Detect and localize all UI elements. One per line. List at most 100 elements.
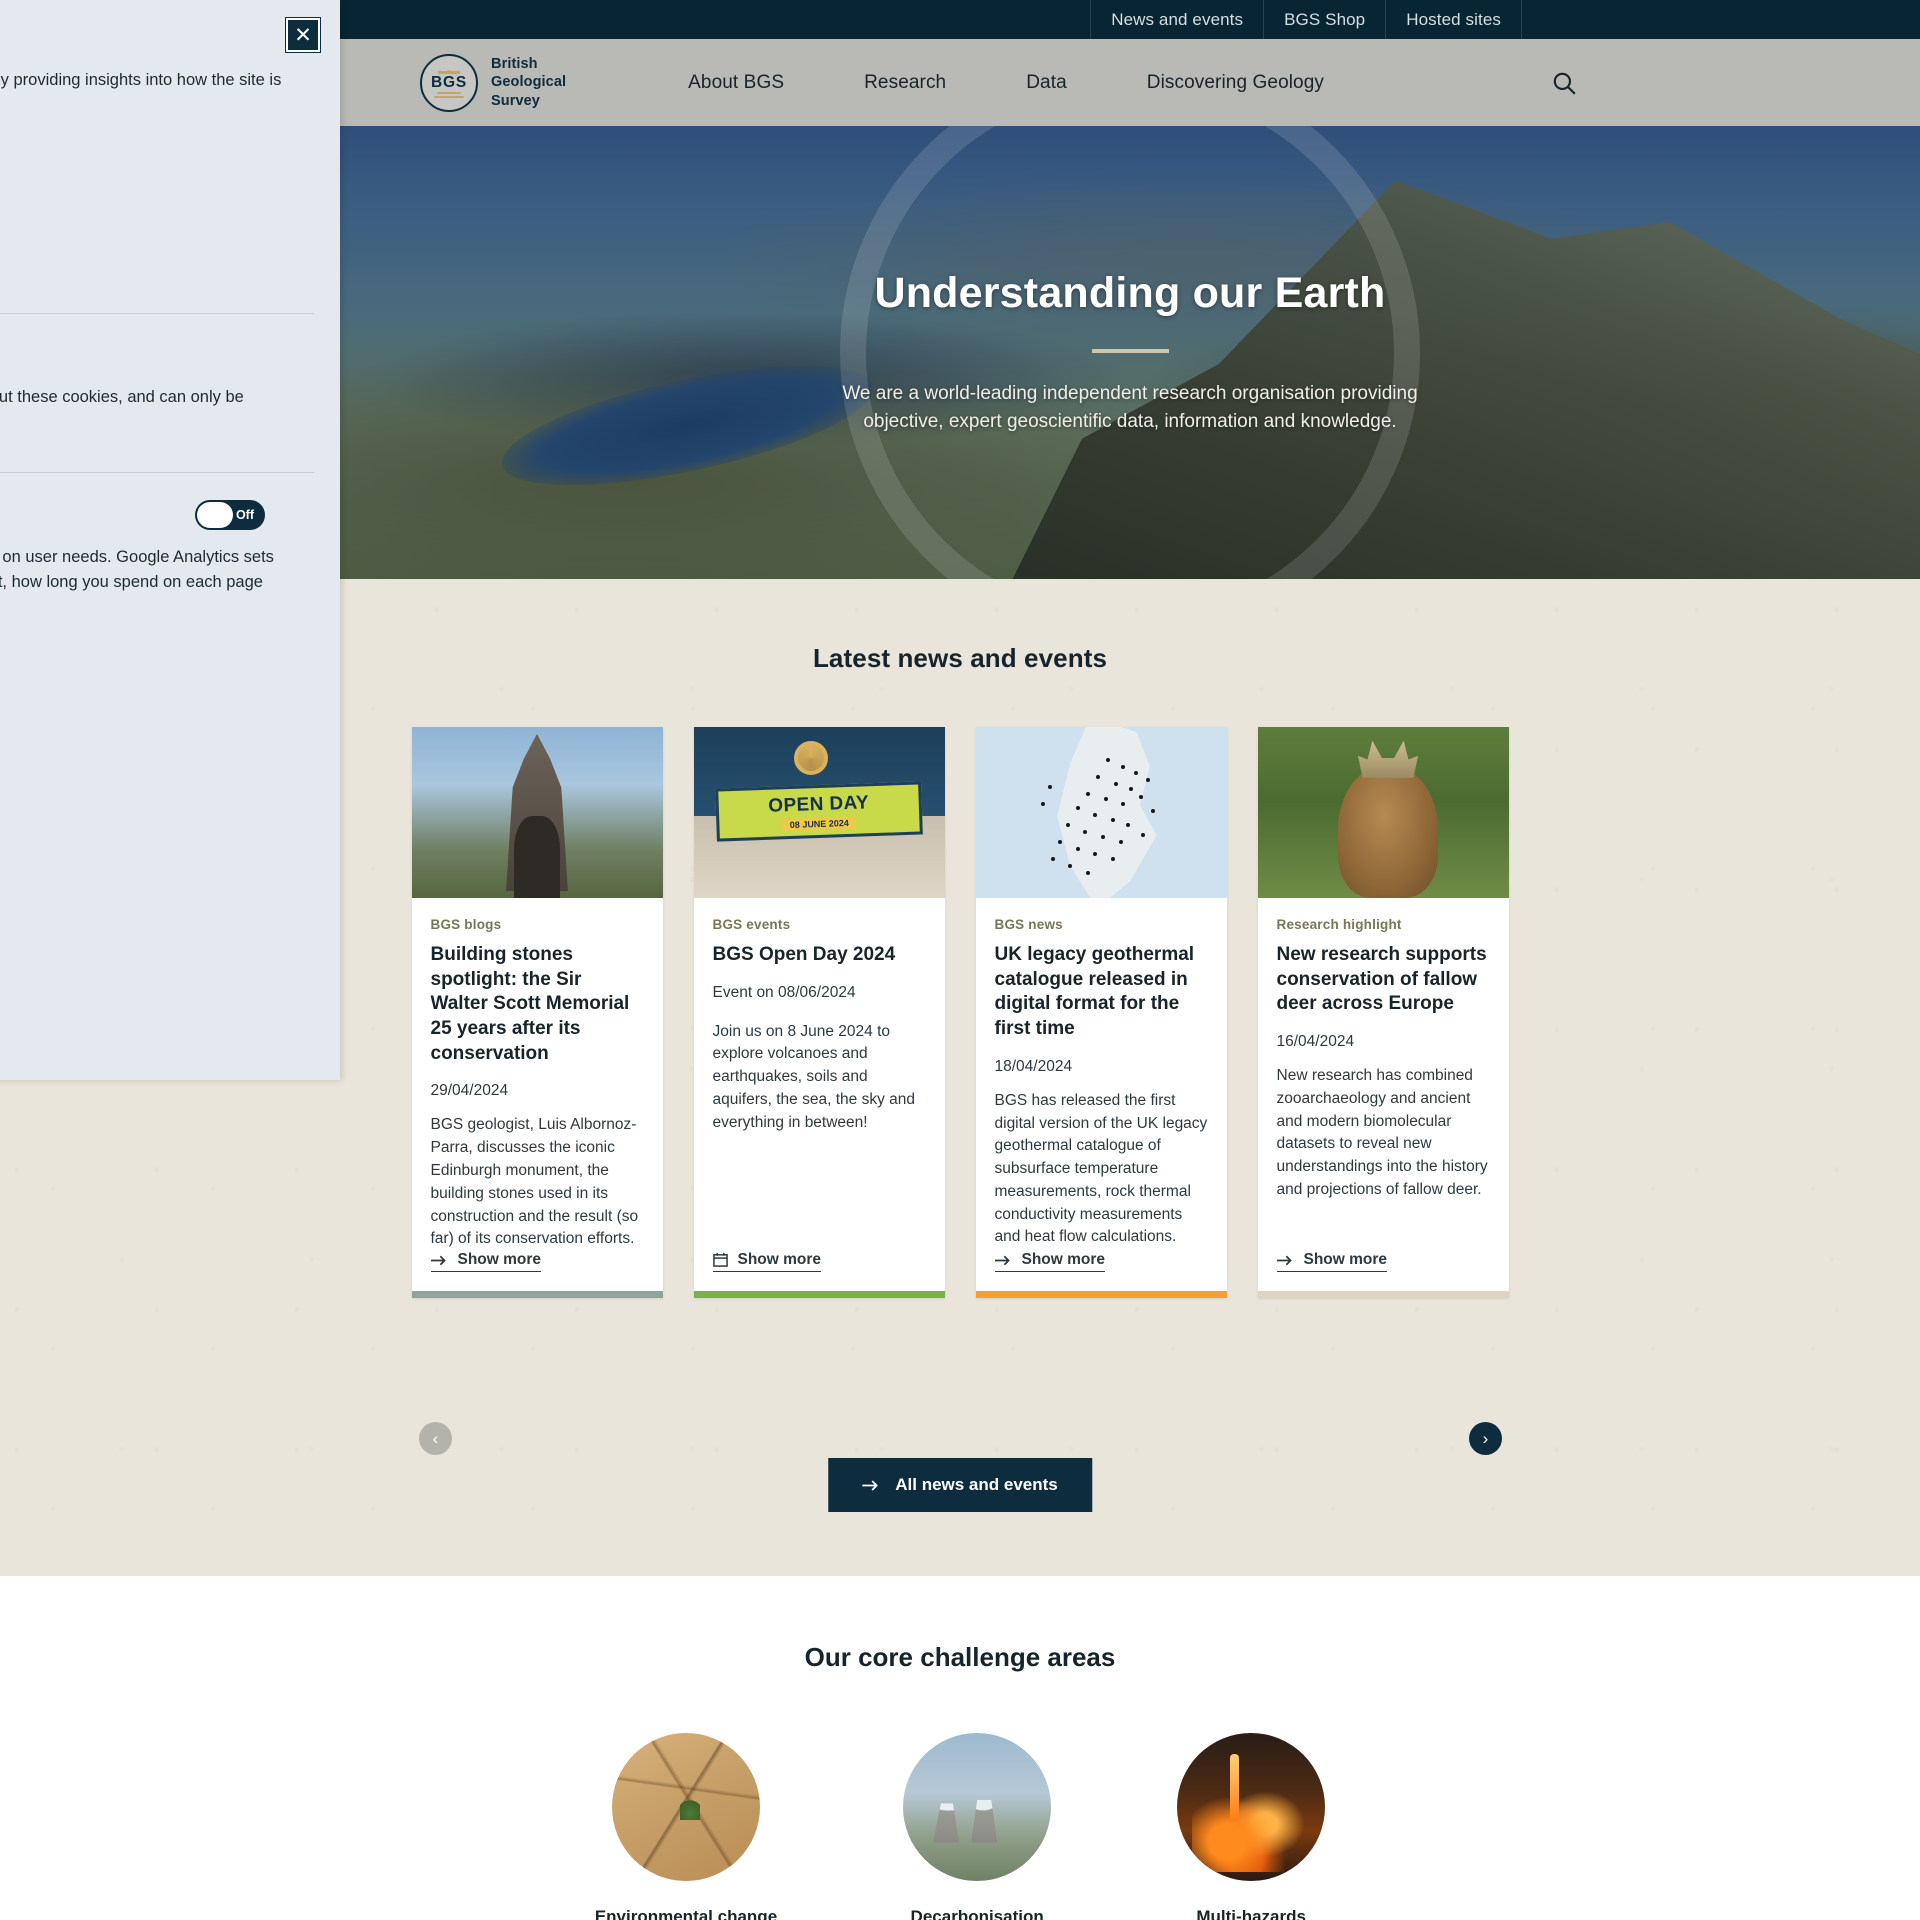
hero-subtitle: We are a world-leading independent resea… — [842, 382, 1418, 432]
card-heading: UK legacy geothermal catalogue released … — [994, 944, 1195, 1040]
carousel-next-button[interactable]: › — [1469, 1422, 1502, 1455]
ammonite-icon — [793, 740, 828, 775]
challenge-item-decarbonisation[interactable]: Decarbonisation — [903, 1733, 1052, 1920]
divider — [0, 472, 314, 473]
nav-item-research[interactable]: Research — [824, 72, 986, 94]
card-kicker: BGS events — [712, 917, 791, 932]
challenge-label: Environmental change — [595, 1907, 777, 1920]
bgs-logo-mark: BGS — [431, 73, 467, 91]
card-kicker: BGS news — [994, 917, 1063, 932]
news-card[interactable]: BGS news UK legacy geothermal catalogue … — [975, 727, 1227, 1299]
all-news-label: All news and events — [895, 1475, 1058, 1494]
hero-banner: Understanding our Earth We are a world-l… — [340, 126, 1920, 579]
arrow-right-icon — [430, 1255, 446, 1265]
bgs-logo-wordmark: British Geological Survey — [491, 55, 566, 111]
nav-item-discovering-geology[interactable]: Discovering Geology — [1107, 72, 1364, 94]
site-header: BGS British Geological Survey About BGS … — [340, 39, 1920, 126]
bgs-logo-badge-icon: BGS — [420, 53, 478, 112]
card-accent-bar — [1257, 1291, 1509, 1299]
search-icon[interactable] — [1544, 63, 1584, 103]
open-day-banner-label: OPEN DAY 08 JUNE 2024 — [715, 781, 923, 842]
bgs-logo[interactable]: BGS British Geological Survey — [420, 53, 566, 112]
card-description: New research has combined zooarchaeology… — [1276, 1067, 1488, 1198]
show-more-link[interactable]: Show more — [1276, 1251, 1388, 1273]
card-description: Join us on 8 June 2024 to explore volcan… — [712, 1022, 915, 1131]
all-news-and-events-button[interactable]: All news and events — [828, 1458, 1092, 1512]
toggle-knob — [197, 502, 233, 528]
topbar-link-news-and-events[interactable]: News and events — [1090, 0, 1263, 39]
card-body: BGS blogs Building stones spotlight: the… — [412, 898, 663, 1251]
challenge-item-environmental-change[interactable]: Environmental change — [595, 1733, 777, 1920]
open-day-date: 08 JUNE 2024 — [782, 816, 857, 831]
measure-website-use-toggle[interactable]: Off — [195, 500, 265, 530]
carousel-prev-button[interactable]: ‹ — [419, 1422, 452, 1455]
arrow-right-icon — [1276, 1255, 1292, 1265]
map-data-points — [976, 727, 1227, 898]
cracked-dry-earth — [611, 1733, 760, 1881]
crown-icon — [438, 64, 460, 74]
card-date: 18/04/2024 — [994, 1057, 1073, 1075]
card-accent-bar — [975, 1291, 1227, 1299]
card-heading: BGS Open Day 2024 — [712, 944, 896, 965]
section-title-core-challenge: Our core challenge areas — [804, 1642, 1116, 1672]
cookie-intro-paragraph: are essential, while others help us to c… — [0, 71, 282, 89]
challenge-items-list: Environmental change Decarbonisation Mul… — [0, 1733, 1920, 1920]
hero-content: Understanding our Earth We are a world-l… — [340, 126, 1920, 579]
logo-line-1: British — [491, 55, 538, 72]
challenge-item-multi-hazards[interactable]: Multi-hazards — [1177, 1733, 1326, 1920]
challenge-label: Decarbonisation — [911, 1907, 1044, 1920]
card-body: BGS news UK legacy geothermal catalogue … — [976, 898, 1227, 1251]
show-more-link[interactable]: Show more — [994, 1251, 1106, 1273]
card-heading: Building stones spotlight: the Sir Walte… — [430, 944, 630, 1064]
utility-topbar: News and events BGS Shop Hosted sites — [340, 0, 1920, 39]
topbar-link-hosted-sites[interactable]: Hosted sites — [1385, 0, 1522, 39]
card-body: Research highlight New research supports… — [1258, 898, 1509, 1251]
arrow-right-icon — [862, 1479, 878, 1491]
card-accent-bar — [693, 1291, 945, 1299]
open-day-title: OPEN DAY — [768, 791, 870, 817]
cookie-policy-paragraph: mation please check our cookie policy — [0, 161, 308, 186]
strata-icon — [434, 92, 464, 100]
open-day-banner: OPEN DAY 08 JUNE 2024 — [693, 727, 945, 898]
card-accent-bar — [411, 1291, 663, 1299]
page-root: News and events BGS Shop Hosted sites BG… — [0, 0, 1920, 1920]
news-card[interactable]: OPEN DAY 08 JUNE 2024 BGS events BGS Ope… — [693, 727, 945, 1299]
topbar-link-bgs-shop[interactable]: BGS Shop — [1263, 0, 1385, 39]
card-footer: Show more — [976, 1251, 1227, 1291]
card-description: BGS has released the first digital versi… — [994, 1091, 1208, 1246]
cookie-section-essential-body: able core functionality. The website can… — [0, 388, 244, 406]
card-body: BGS events BGS Open Day 2024 Event on 08… — [694, 898, 945, 1251]
primary-nav: About BGS Research Data Discovering Geol… — [648, 72, 1364, 94]
card-heading: New research supports conservation of fa… — [1276, 944, 1487, 1015]
logo-line-3: Survey — [491, 92, 540, 109]
nav-item-data[interactable]: Data — [986, 72, 1107, 94]
toggle-state-label: Off — [235, 508, 254, 522]
show-more-link[interactable]: Show more — [430, 1251, 542, 1273]
arrow-right-icon — [994, 1255, 1010, 1265]
close-icon[interactable]: ✕ — [285, 17, 321, 53]
show-more-label: Show more — [737, 1250, 822, 1268]
news-card[interactable]: Research highlight New research supports… — [1257, 727, 1509, 1299]
uk-borehole-map — [975, 727, 1227, 898]
card-footer: Show more — [412, 1251, 663, 1291]
power-station-cooling-towers — [903, 1733, 1052, 1881]
card-event-line: Event on 08/06/2024 — [712, 983, 856, 1001]
scott-memorial-photo — [411, 727, 663, 898]
calendar-icon — [712, 1253, 728, 1267]
card-kicker: BGS blogs — [430, 917, 502, 932]
show-more-label: Show more — [1303, 1251, 1388, 1269]
divider — [0, 313, 314, 314]
card-kicker: Research highlight — [1276, 917, 1402, 932]
cookie-preferences-dialog: ✕ kies are essential, while others help … — [0, 0, 340, 1080]
show-more-link[interactable]: Show more — [712, 1250, 822, 1272]
card-footer: Show more — [1258, 1251, 1509, 1291]
lava-flow — [1177, 1733, 1326, 1881]
news-card[interactable]: BGS blogs Building stones spotlight: the… — [411, 727, 663, 1299]
hero-divider — [1091, 348, 1169, 353]
card-footer: Show more — [694, 1251, 945, 1292]
show-more-label: Show more — [457, 1251, 542, 1269]
hero-title: Understanding our Earth — [874, 268, 1386, 317]
nav-item-about-bgs[interactable]: About BGS — [648, 72, 824, 94]
fallow-deer-photo — [1257, 727, 1509, 898]
challenge-label: Multi-hazards — [1196, 1907, 1306, 1920]
